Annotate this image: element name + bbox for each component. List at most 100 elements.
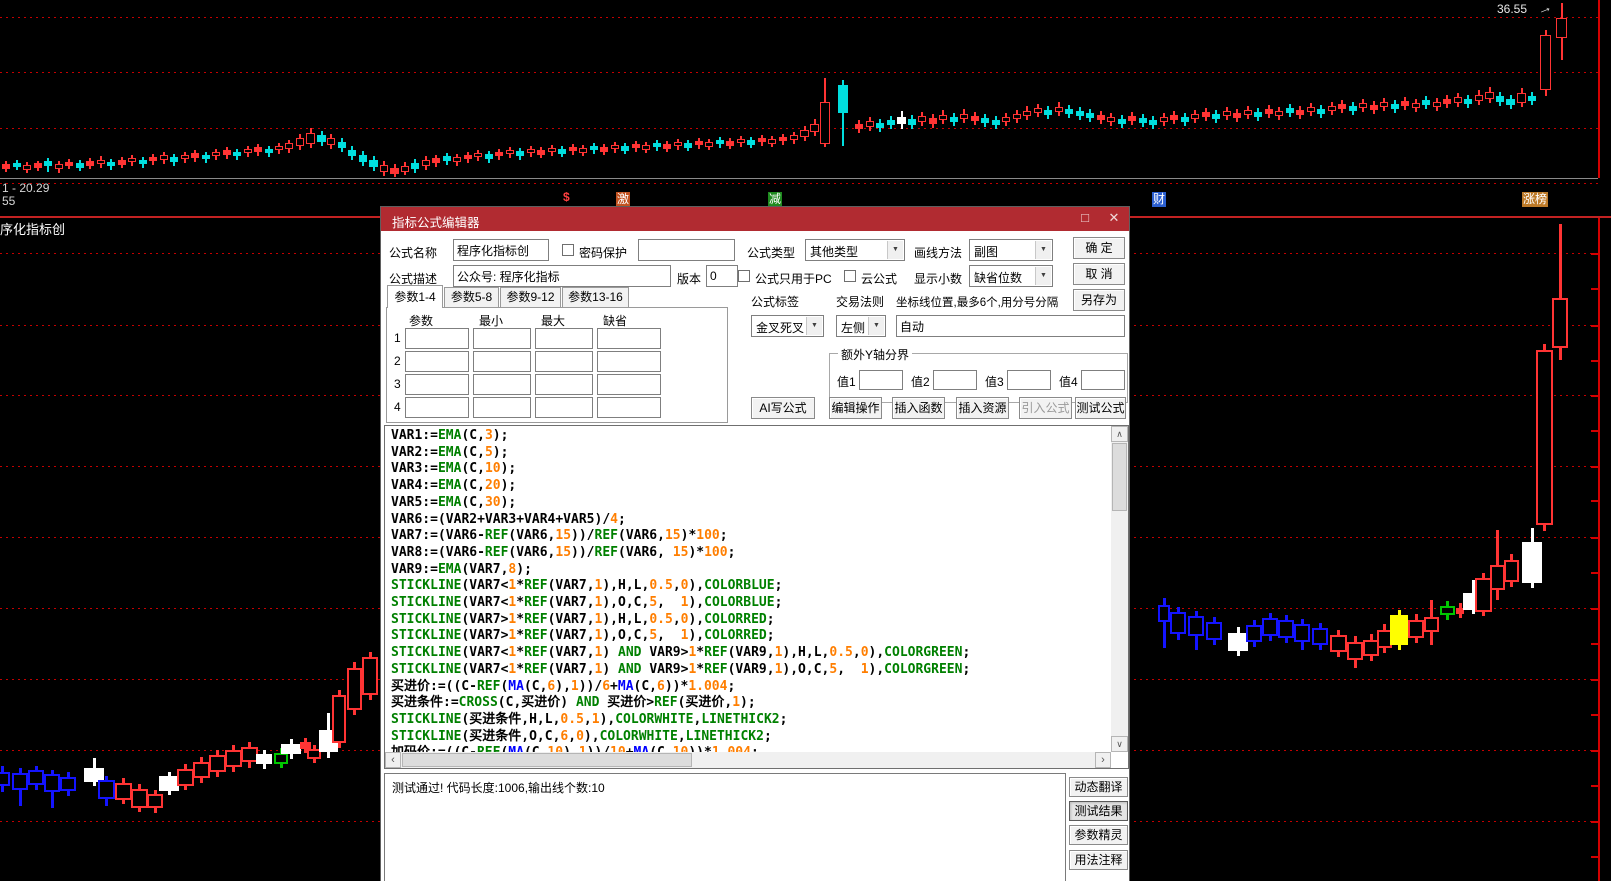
password-input[interactable]: [638, 239, 735, 261]
dialog-titlebar[interactable]: 指标公式编辑器 □ ✕: [381, 207, 1129, 231]
param-wizard-button[interactable]: 参数精灵: [1069, 825, 1128, 845]
chart-marker: $: [563, 190, 570, 205]
code-area[interactable]: VAR1:=EMA(C,3);VAR2:=EMA(C,5);VAR3:=EMA(…: [391, 428, 1106, 753]
candle: [485, 154, 493, 159]
candle: [1097, 115, 1105, 120]
param-input[interactable]: [473, 397, 531, 418]
candle: [223, 150, 231, 155]
param-input[interactable]: [535, 328, 593, 349]
dynamic-translate-button[interactable]: 动态翻译: [1069, 777, 1128, 797]
param-input[interactable]: [597, 328, 661, 349]
param-input[interactable]: [535, 397, 593, 418]
candle: [1380, 102, 1388, 107]
param-input[interactable]: [473, 351, 531, 372]
candle: [527, 149, 535, 153]
save-as-button[interactable]: 另存为: [1073, 289, 1125, 311]
param-input[interactable]: [405, 328, 469, 349]
ok-button[interactable]: 确 定: [1073, 237, 1125, 259]
maximize-icon[interactable]: □: [1077, 210, 1093, 226]
formula-type-select[interactable]: 其他类型 ▼: [805, 239, 905, 261]
code-hscrollbar[interactable]: ‹ ›: [385, 752, 1111, 768]
tab-params-5-8[interactable]: 参数5-8: [444, 287, 499, 307]
candle: [1422, 100, 1430, 105]
code-vscrollbar[interactable]: ∧ ∨: [1111, 426, 1128, 752]
candle: [60, 777, 76, 791]
usage-notes-button[interactable]: 用法注释: [1069, 850, 1128, 870]
formula-desc-input[interactable]: [453, 265, 671, 287]
dropdown-arrow-icon[interactable]: ▼: [868, 317, 884, 335]
tab-params-1-4[interactable]: 参数1-4: [387, 285, 443, 308]
candle: [506, 150, 514, 154]
candle: [327, 138, 335, 145]
candle: [908, 119, 916, 125]
version-input[interactable]: [706, 265, 738, 287]
candle: [362, 657, 378, 695]
test-result-button[interactable]: 测试结果: [1069, 801, 1128, 821]
axis-tick: [1591, 288, 1598, 290]
param-input[interactable]: [597, 397, 661, 418]
candle: [1475, 95, 1483, 101]
code-line: VAR6:=(VAR2+VAR3+VAR4+VAR5)/4;: [391, 512, 1106, 529]
password-checkbox[interactable]: [562, 244, 574, 256]
cloud-checkbox[interactable]: [844, 270, 856, 282]
code-line: STICKLINE(买进条件,O,C,6,0),COLORWHITE,LINET…: [391, 729, 1106, 746]
param-input[interactable]: [535, 351, 593, 372]
coord-input[interactable]: [896, 315, 1125, 337]
candle: [1440, 606, 1455, 615]
param-input[interactable]: [597, 351, 661, 372]
dropdown-arrow-icon[interactable]: ▼: [1035, 241, 1051, 259]
value2-input[interactable]: [933, 370, 977, 390]
param-input[interactable]: [405, 374, 469, 395]
draw-method-select[interactable]: 副图 ▼: [969, 239, 1053, 261]
param-input[interactable]: [473, 374, 531, 395]
candle: [1296, 110, 1304, 115]
dropdown-arrow-icon[interactable]: ▼: [887, 241, 903, 259]
dropdown-arrow-icon[interactable]: ▼: [1035, 267, 1051, 285]
candle: [516, 151, 524, 156]
tab-params-9-12[interactable]: 参数9-12: [500, 287, 561, 307]
rule-select[interactable]: 左侧 ▼: [836, 315, 886, 337]
pc-only-checkbox[interactable]: [738, 270, 750, 282]
value1-input[interactable]: [859, 370, 903, 390]
ai-formula-button[interactable]: AI写公式: [751, 397, 815, 419]
test-formula-button[interactable]: 测试公式: [1075, 397, 1126, 419]
tab-params-13-16[interactable]: 参数13-16: [562, 287, 629, 307]
candle: [747, 140, 755, 145]
close-icon[interactable]: ✕: [1106, 210, 1122, 226]
scroll-right-icon[interactable]: ›: [1095, 752, 1111, 768]
candle: [1307, 107, 1315, 112]
param-row-number: 3: [394, 377, 401, 391]
formula-name-input[interactable]: [453, 239, 549, 261]
gridline: [0, 183, 1598, 184]
candle: [1556, 18, 1567, 38]
scroll-up-icon[interactable]: ∧: [1111, 426, 1128, 442]
scroll-left-icon[interactable]: ‹: [385, 752, 401, 768]
code-editor[interactable]: VAR1:=EMA(C,3);VAR2:=EMA(C,5);VAR3:=EMA(…: [384, 425, 1129, 769]
param-input[interactable]: [473, 328, 531, 349]
insert-function-button[interactable]: 插入函数: [892, 397, 945, 419]
rule-value: 左侧: [841, 319, 865, 336]
value4-input[interactable]: [1081, 370, 1125, 390]
param-input[interactable]: [535, 374, 593, 395]
param-input[interactable]: [597, 374, 661, 395]
vscroll-thumb[interactable]: [1112, 443, 1127, 511]
insert-resource-button[interactable]: 插入资源: [956, 397, 1009, 419]
edit-ops-button[interactable]: 编辑操作: [829, 397, 882, 419]
code-line: VAR9:=EMA(VAR7,8);: [391, 562, 1106, 579]
scroll-down-icon[interactable]: ∨: [1111, 736, 1128, 752]
candle: [181, 155, 189, 159]
decimal-select[interactable]: 缺省位数 ▼: [969, 265, 1053, 287]
candle: [359, 155, 367, 162]
chart-marker: 激: [616, 192, 630, 207]
cancel-button[interactable]: 取 消: [1073, 263, 1125, 285]
param-input[interactable]: [405, 351, 469, 372]
dropdown-arrow-icon[interactable]: ▼: [806, 317, 822, 335]
axis-tick: [1591, 643, 1598, 645]
param-input[interactable]: [405, 397, 469, 418]
candle: [600, 147, 608, 152]
tag-select[interactable]: 金叉死叉 ▼: [751, 315, 824, 337]
code-line: STICKLINE(VAR7<1*REF(VAR7,1),O,C,5, 1),C…: [391, 595, 1106, 612]
hscroll-thumb[interactable]: [402, 753, 692, 767]
candle: [1506, 99, 1515, 105]
value3-input[interactable]: [1007, 370, 1051, 390]
